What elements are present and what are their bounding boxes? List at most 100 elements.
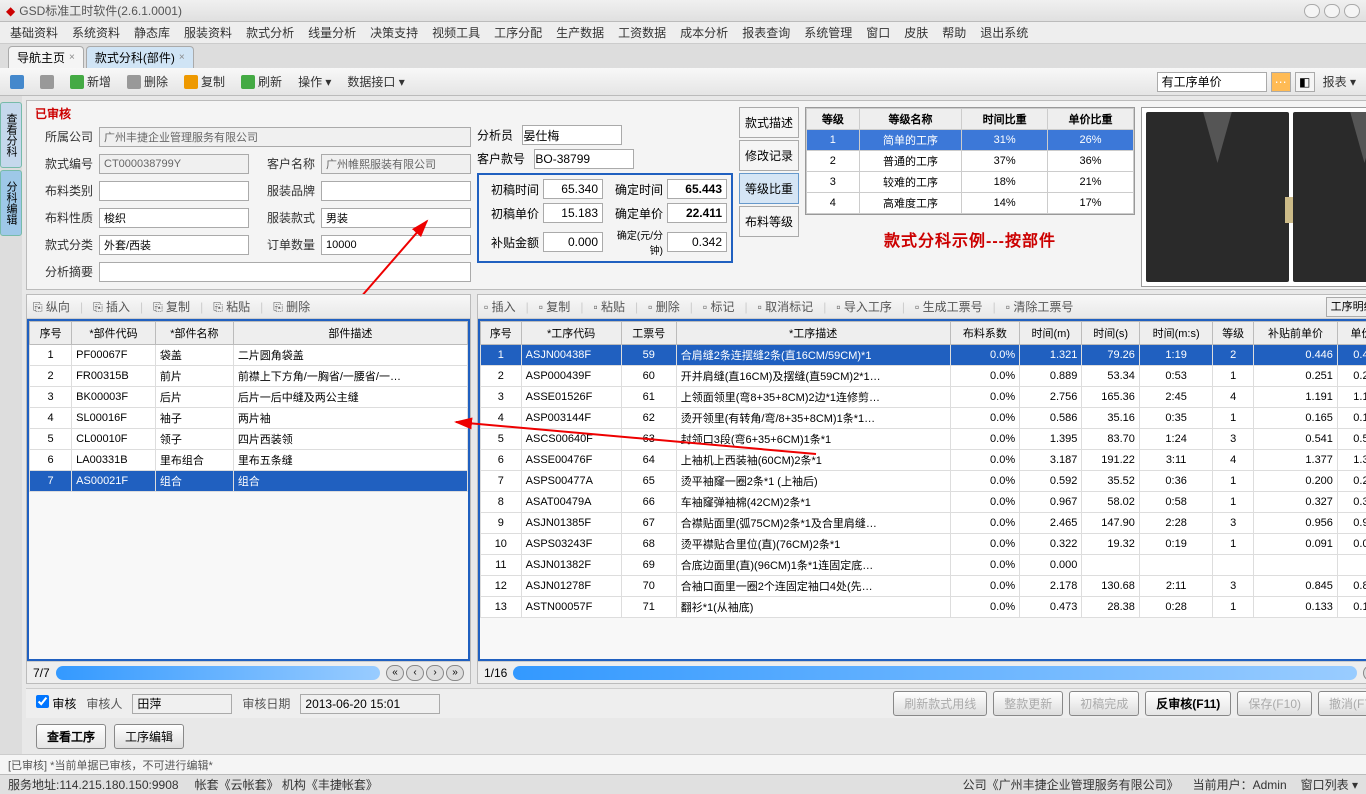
- menu-item[interactable]: 服装资料: [184, 24, 232, 41]
- fabriccat-field[interactable]: [99, 181, 249, 201]
- grade-row[interactable]: 1简单的工序31%26%: [807, 130, 1134, 151]
- menu-item[interactable]: 退出系统: [980, 24, 1028, 41]
- op-row[interactable]: 10ASPS03243F68烫平襟贴合里位(直)(76CM)2条*10.0%0.…: [481, 534, 1366, 555]
- detail-tab[interactable]: 等级比重: [739, 173, 799, 204]
- audit-checkbox[interactable]: 审核: [36, 695, 76, 712]
- refresh-button[interactable]: 刷新: [237, 71, 286, 92]
- mini-btn[interactable]: ▫ 插入: [484, 298, 516, 315]
- parts-table[interactable]: 序号*部件代码*部件名称部件描述1PF00067F袋盖二片圆角袋盖2FR0031…: [27, 319, 470, 661]
- part-row[interactable]: 1PF00067F袋盖二片圆角袋盖: [30, 345, 468, 366]
- menu-item[interactable]: 生产数据: [556, 24, 604, 41]
- detail-tab[interactable]: 布料等级: [739, 206, 799, 237]
- scrollbar[interactable]: [56, 666, 380, 680]
- op-row[interactable]: 1ASJN00438F59合肩缝2条连摆缝2条(直16CM/59CM)*10.0…: [481, 345, 1366, 366]
- menu-item[interactable]: 工序分配: [494, 24, 542, 41]
- ops-menu[interactable]: 操作 ▾: [294, 71, 335, 92]
- refresh-style-btn[interactable]: 刷新款式用线: [893, 691, 987, 716]
- menu-item[interactable]: 决策支持: [370, 24, 418, 41]
- grade-row[interactable]: 2普通的工序37%36%: [807, 151, 1134, 172]
- bulk-update-btn[interactable]: 整款更新: [993, 691, 1063, 716]
- menu-item[interactable]: 系统资料: [72, 24, 120, 41]
- summary-field[interactable]: [99, 262, 471, 282]
- unapprove-btn[interactable]: 反审核(F11): [1145, 691, 1231, 716]
- menu-item[interactable]: 视频工具: [432, 24, 480, 41]
- mini-btn[interactable]: ⎘ 纵向: [33, 298, 70, 315]
- close-icon[interactable]: ×: [69, 52, 75, 63]
- ops-table[interactable]: 序号*工序代码工票号*工序描述布料系数时间(m)时间(s)时间(m:s)等级补贴…: [478, 319, 1366, 661]
- fabricprop-field[interactable]: [99, 208, 249, 228]
- menu-item[interactable]: 静态库: [134, 24, 170, 41]
- mini-btn[interactable]: ▫ 清除工票号: [1006, 298, 1074, 315]
- filter-button[interactable]: ◧: [1295, 72, 1315, 92]
- menu-item[interactable]: 皮肤: [904, 24, 928, 41]
- op-row[interactable]: 9ASJN01385F67合襟贴面里(弧75CM)2条*1及合里肩缝…0.0%2…: [481, 513, 1366, 534]
- mini-btn[interactable]: ⎘ 插入: [93, 298, 130, 315]
- menu-item[interactable]: 成本分析: [680, 24, 728, 41]
- page-next[interactable]: ›: [426, 665, 444, 681]
- op-row[interactable]: 2ASP000439F60开并肩缝(直16CM)及摆缝(直59CM)2*1…0.…: [481, 366, 1366, 387]
- analyst-field[interactable]: [522, 125, 622, 145]
- part-row[interactable]: 6LA00331B里布组合里布五条缝: [30, 450, 468, 471]
- mini-btn[interactable]: ▫ 标记: [703, 298, 735, 315]
- page-prev[interactable]: ‹: [406, 665, 424, 681]
- mini-btn[interactable]: ⎘ 粘贴: [213, 298, 250, 315]
- report-menu[interactable]: 报表 ▾: [1319, 71, 1360, 92]
- mini-btn[interactable]: ▫ 删除: [648, 298, 680, 315]
- save-btn[interactable]: 保存(F10): [1237, 691, 1312, 716]
- draft-done-btn[interactable]: 初稿完成: [1069, 691, 1139, 716]
- op-row[interactable]: 11ASJN01382F69合底边面里(直)(96CM)1条*1连固定底…0.0…: [481, 555, 1366, 576]
- op-row[interactable]: 7ASPS00477A65烫平袖窿一圈2条*1 (上袖后)0.0%0.59235…: [481, 471, 1366, 492]
- data-interface-menu[interactable]: 数据接口 ▾: [343, 71, 408, 92]
- grade-row[interactable]: 4高难度工序14%17%: [807, 193, 1134, 214]
- nav-fwd-button[interactable]: [36, 73, 58, 91]
- mini-btn[interactable]: ▫ 导入工序: [836, 298, 892, 315]
- detail-tab[interactable]: 款式描述: [739, 107, 799, 138]
- view-process-btn[interactable]: 查看工序: [36, 724, 106, 749]
- doc-tab[interactable]: 款式分科(部件)×: [86, 46, 194, 68]
- mini-btn[interactable]: ▫ 取消标记: [758, 298, 814, 315]
- delete-button[interactable]: 删除: [123, 71, 172, 92]
- part-row[interactable]: 2FR00315B前片前襟上下方角/一胸省/一腰省/一…: [30, 366, 468, 387]
- menu-item[interactable]: 工资数据: [618, 24, 666, 41]
- ops-view-select[interactable]: 工序明细: [1326, 297, 1366, 317]
- menu-item[interactable]: 线量分析: [308, 24, 356, 41]
- grade-row[interactable]: 3较难的工序18%21%: [807, 172, 1134, 193]
- scrollbar[interactable]: [513, 666, 1357, 680]
- op-row[interactable]: 6ASSE00476F64上袖机上西装袖(60CM)2条*10.0%3.1871…: [481, 450, 1366, 471]
- doc-tab[interactable]: 导航主页×: [8, 46, 84, 68]
- op-row[interactable]: 5ASCS00640F63封领口3段(弯6+35+6CM)1条*10.0%1.3…: [481, 429, 1366, 450]
- close-icon[interactable]: ×: [179, 52, 185, 63]
- op-row[interactable]: 8ASAT00479A66车袖窿弹袖棉(42CM)2条*10.0%0.96758…: [481, 492, 1366, 513]
- edit-process-btn[interactable]: 工序编辑: [114, 724, 184, 749]
- page-last[interactable]: »: [446, 665, 464, 681]
- menu-item[interactable]: 系统管理: [804, 24, 852, 41]
- mini-btn[interactable]: ⎘ 复制: [153, 298, 190, 315]
- page-first[interactable]: «: [386, 665, 404, 681]
- maximize-button[interactable]: [1324, 4, 1340, 18]
- op-row[interactable]: 3ASSE01526F61上领面领里(弯8+35+8CM)2边*1连修剪…0.0…: [481, 387, 1366, 408]
- menu-item[interactable]: 基础资料: [10, 24, 58, 41]
- orderqty-field[interactable]: [321, 235, 471, 255]
- minimize-button[interactable]: [1304, 4, 1320, 18]
- menu-item[interactable]: 帮助: [942, 24, 966, 41]
- search-button[interactable]: ⋯: [1271, 72, 1291, 92]
- mini-btn[interactable]: ⎘ 删除: [273, 298, 310, 315]
- styletype-field[interactable]: [321, 208, 471, 228]
- search-input[interactable]: [1157, 72, 1267, 92]
- nav-back-button[interactable]: [6, 73, 28, 91]
- op-row[interactable]: 13ASTN00057F71翻衫*1(从袖底)0.0%0.47328.380:2…: [481, 597, 1366, 618]
- undo-btn[interactable]: 撤消(F7): [1318, 691, 1366, 716]
- copy-button[interactable]: 复制: [180, 71, 229, 92]
- sidetab-view[interactable]: 查看分科: [0, 102, 22, 168]
- close-button[interactable]: [1344, 4, 1360, 18]
- detail-tab[interactable]: 修改记录: [739, 140, 799, 171]
- styleclass-field[interactable]: [99, 235, 249, 255]
- new-button[interactable]: 新增: [66, 71, 115, 92]
- sidetab-edit[interactable]: 分科编辑: [0, 170, 22, 236]
- op-row[interactable]: 12ASJN01278F70合袖口面里一圈2个连固定袖口4处(先…0.0%2.1…: [481, 576, 1366, 597]
- part-row[interactable]: 3BK00003F后片后片一后中缝及两公主缝: [30, 387, 468, 408]
- part-row[interactable]: 5CL00010F领子四片西装领: [30, 429, 468, 450]
- mini-btn[interactable]: ▫ 生成工票号: [915, 298, 983, 315]
- mini-btn[interactable]: ▫ 复制: [539, 298, 571, 315]
- brand-field[interactable]: [321, 181, 471, 201]
